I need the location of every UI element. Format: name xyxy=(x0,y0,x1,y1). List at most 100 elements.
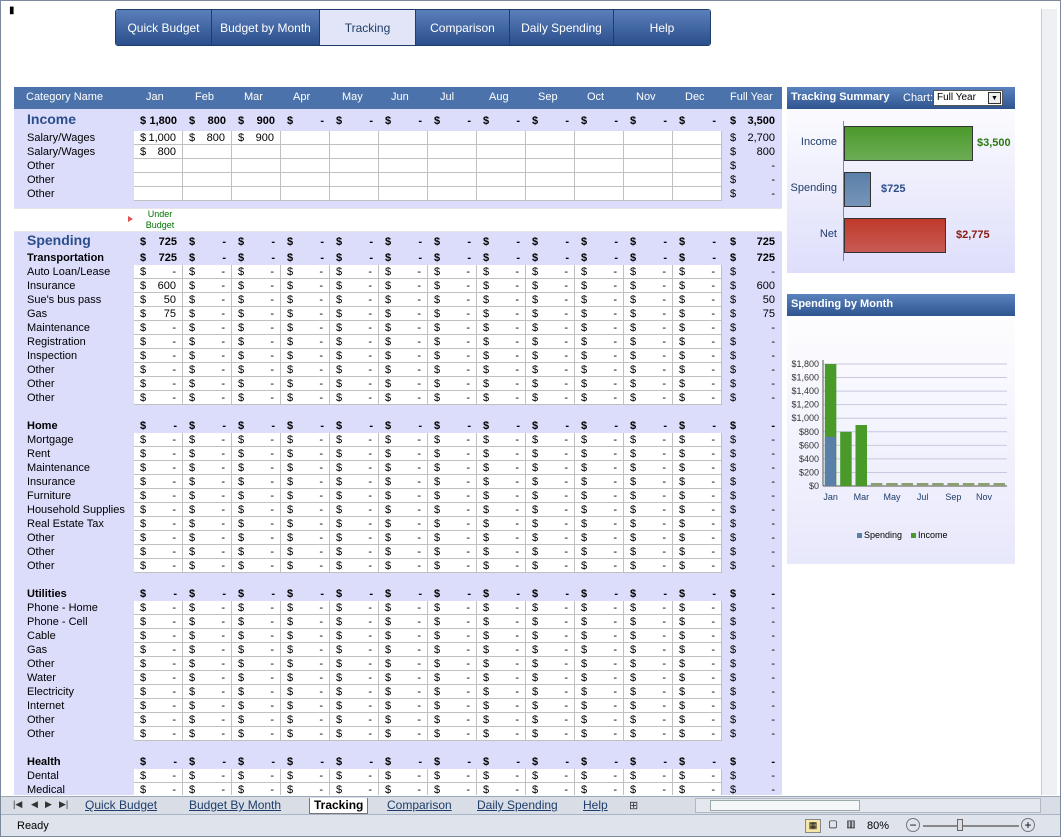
month-cell[interactable]: $ - xyxy=(134,531,183,545)
month-cell[interactable]: $ - xyxy=(379,447,428,461)
month-cell[interactable] xyxy=(477,159,526,173)
month-cell[interactable]: $ - xyxy=(575,671,624,685)
sheet-tab-tracking[interactable]: Tracking xyxy=(309,798,369,814)
month-cell[interactable]: $ - xyxy=(330,559,379,573)
month-cell[interactable]: $ - xyxy=(183,783,232,795)
month-cell[interactable]: $800 xyxy=(183,131,232,145)
sheet-tab-comparison[interactable]: Comparison xyxy=(387,798,452,814)
month-cell[interactable]: $ - xyxy=(477,615,526,629)
month-cell[interactable]: $ - xyxy=(330,783,379,795)
insert-sheet-icon[interactable]: ⊞ xyxy=(629,799,638,812)
sheet-tab-budget-by-month[interactable]: Budget By Month xyxy=(189,798,281,814)
month-cell[interactable]: $ - xyxy=(134,783,183,795)
month-cell[interactable]: $ - xyxy=(624,531,673,545)
month-cell[interactable]: $ - xyxy=(281,713,330,727)
month-cell[interactable]: $ - xyxy=(134,559,183,573)
month-cell[interactable]: $ - xyxy=(232,475,281,489)
month-cell[interactable]: $ - xyxy=(526,447,575,461)
month-cell[interactable]: $ - xyxy=(673,713,722,727)
month-cell[interactable]: $ - xyxy=(134,699,183,713)
month-cell[interactable]: $ - xyxy=(428,545,477,559)
month-cell[interactable]: $ - xyxy=(183,769,232,783)
month-cell[interactable] xyxy=(477,145,526,159)
month-cell[interactable]: $ - xyxy=(526,643,575,657)
chart-period-select[interactable]: Full Year ▼ xyxy=(933,90,1003,106)
month-cell[interactable]: $ - xyxy=(624,363,673,377)
month-cell[interactable]: $ - xyxy=(330,713,379,727)
month-cell[interactable]: $ - xyxy=(134,601,183,615)
month-cell[interactable]: $ - xyxy=(232,461,281,475)
month-cell[interactable]: $ - xyxy=(477,699,526,713)
chevron-down-icon[interactable]: ▼ xyxy=(988,92,1001,104)
month-cell[interactable]: $ - xyxy=(134,727,183,741)
month-cell[interactable]: $600 xyxy=(134,279,183,293)
prev-sheet-icon[interactable]: ◀ xyxy=(31,799,38,810)
month-cell[interactable]: $ - xyxy=(624,685,673,699)
month-cell[interactable]: $ - xyxy=(428,349,477,363)
month-cell[interactable]: $ - xyxy=(134,433,183,447)
month-cell[interactable]: $ - xyxy=(134,335,183,349)
month-cell[interactable]: $ - xyxy=(183,517,232,531)
month-cell[interactable]: $ - xyxy=(330,531,379,545)
month-cell[interactable]: $ - xyxy=(526,377,575,391)
month-cell[interactable]: $ - xyxy=(526,391,575,405)
month-cell[interactable]: $ - xyxy=(624,657,673,671)
month-cell[interactable]: $ - xyxy=(183,713,232,727)
month-cell[interactable]: $ - xyxy=(330,349,379,363)
nav-tab-comparison[interactable]: Comparison xyxy=(416,10,510,45)
month-cell[interactable]: $ - xyxy=(673,769,722,783)
month-cell[interactable]: $ - xyxy=(575,433,624,447)
month-cell[interactable]: $ - xyxy=(379,363,428,377)
month-cell[interactable] xyxy=(134,159,183,173)
month-cell[interactable]: $ - xyxy=(477,265,526,279)
month-cell[interactable]: $ - xyxy=(330,433,379,447)
month-cell[interactable]: $ - xyxy=(624,377,673,391)
month-cell[interactable]: $ - xyxy=(526,279,575,293)
month-cell[interactable] xyxy=(183,187,232,201)
month-cell[interactable]: $ - xyxy=(379,391,428,405)
month-cell[interactable]: $ - xyxy=(379,503,428,517)
month-cell[interactable]: $ - xyxy=(183,699,232,713)
month-cell[interactable]: $ - xyxy=(624,769,673,783)
month-cell[interactable]: $ - xyxy=(183,461,232,475)
month-cell[interactable]: $ - xyxy=(183,433,232,447)
month-cell[interactable] xyxy=(379,131,428,145)
month-cell[interactable]: $ - xyxy=(232,307,281,321)
last-sheet-icon[interactable]: ▶| xyxy=(59,799,68,810)
month-cell[interactable] xyxy=(624,173,673,187)
month-cell[interactable]: $ - xyxy=(428,615,477,629)
month-cell[interactable]: $ - xyxy=(477,433,526,447)
month-cell[interactable]: $ - xyxy=(673,657,722,671)
month-cell[interactable] xyxy=(477,173,526,187)
month-cell[interactable]: $ - xyxy=(183,349,232,363)
month-cell[interactable]: $ - xyxy=(575,615,624,629)
month-cell[interactable]: $900 xyxy=(232,131,281,145)
month-cell[interactable]: $ - xyxy=(428,307,477,321)
month-cell[interactable]: $ - xyxy=(526,307,575,321)
month-cell[interactable]: $ - xyxy=(673,727,722,741)
month-cell[interactable]: $ - xyxy=(526,335,575,349)
month-cell[interactable]: $ - xyxy=(379,783,428,795)
month-cell[interactable]: $ - xyxy=(477,461,526,475)
month-cell[interactable] xyxy=(575,131,624,145)
month-cell[interactable]: $ - xyxy=(281,643,330,657)
month-cell[interactable]: $ - xyxy=(232,545,281,559)
month-cell[interactable]: $ - xyxy=(575,643,624,657)
month-cell[interactable]: $ - xyxy=(134,545,183,559)
month-cell[interactable]: $ - xyxy=(281,657,330,671)
month-cell[interactable] xyxy=(624,131,673,145)
month-cell[interactable]: $ - xyxy=(281,363,330,377)
month-cell[interactable]: $ - xyxy=(526,685,575,699)
month-cell[interactable] xyxy=(183,159,232,173)
month-cell[interactable]: $ - xyxy=(134,363,183,377)
month-cell[interactable]: $ - xyxy=(232,517,281,531)
month-cell[interactable]: $ - xyxy=(575,503,624,517)
month-cell[interactable]: $ - xyxy=(134,377,183,391)
month-cell[interactable]: $ - xyxy=(477,447,526,461)
month-cell[interactable]: $ - xyxy=(330,503,379,517)
month-cell[interactable]: $ - xyxy=(330,517,379,531)
scroll-thumb[interactable] xyxy=(710,800,860,811)
month-cell[interactable]: $ - xyxy=(624,517,673,531)
month-cell[interactable]: $ - xyxy=(232,279,281,293)
month-cell[interactable]: $ - xyxy=(673,349,722,363)
